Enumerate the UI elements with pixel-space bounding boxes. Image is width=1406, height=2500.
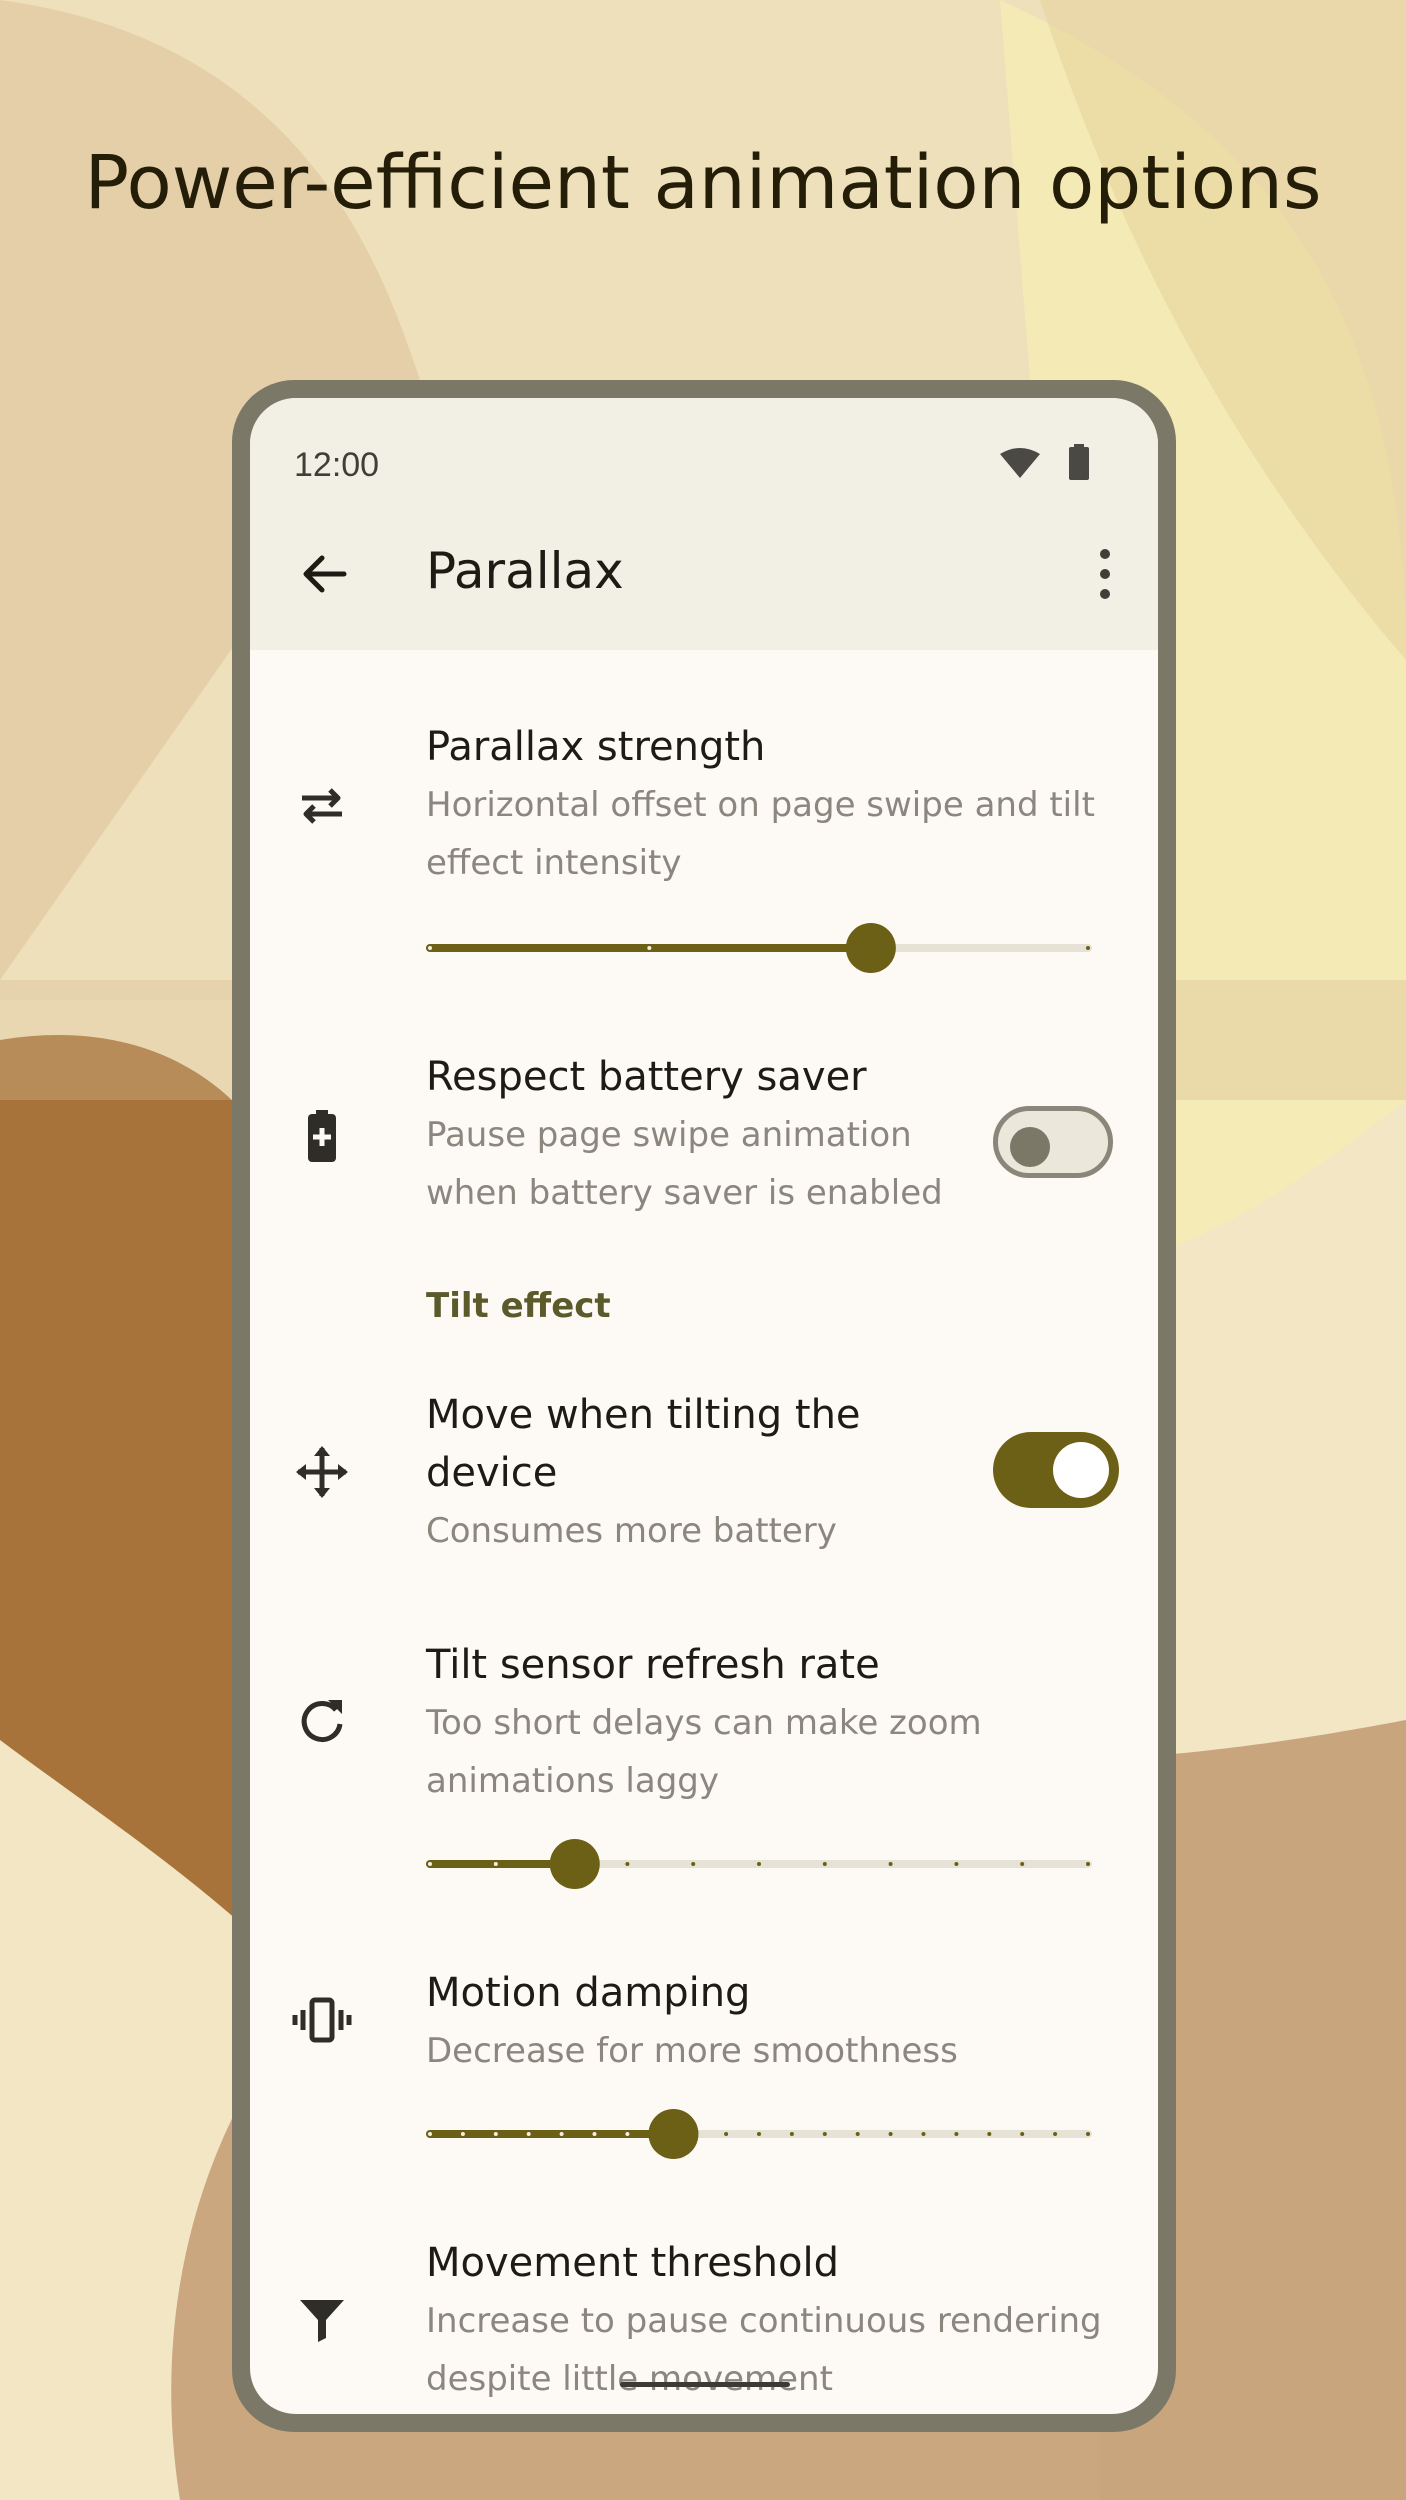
slider-tick xyxy=(428,946,432,950)
slider-thumb[interactable] xyxy=(549,1839,600,1889)
more-vert-icon[interactable] xyxy=(1090,546,1120,602)
phone-screen: 12:00 Parallax Parallax strength Horizon… xyxy=(250,398,1158,2414)
motion-damping-slider[interactable] xyxy=(426,2104,1092,2164)
move-arrows-icon xyxy=(296,1446,348,1498)
section-header-tilt-effect: Tilt effect xyxy=(426,1286,611,1326)
slider-tick xyxy=(625,1862,630,1866)
slider-tick xyxy=(1020,1862,1025,1866)
slider-tick xyxy=(822,1862,827,1866)
slider-tick xyxy=(1086,2132,1090,2136)
slider-tick xyxy=(888,1862,893,1866)
slider-tick xyxy=(888,2132,893,2136)
page-title: Parallax xyxy=(426,542,624,600)
wifi-icon xyxy=(1000,448,1040,478)
slider-tick xyxy=(855,2132,860,2136)
setting-description: Too short delays can make zoom animation… xyxy=(426,1703,982,1801)
setting-label: Movement threshold xyxy=(426,2240,839,2286)
slider-tick xyxy=(757,1862,761,1866)
slider-tick xyxy=(987,2132,992,2136)
arrow-back-icon[interactable] xyxy=(294,544,354,604)
parallax-strength-slider[interactable] xyxy=(426,918,1092,978)
slider-tick xyxy=(625,2132,630,2136)
setting-label: Parallax strength xyxy=(426,724,766,770)
slider-tick xyxy=(822,2132,827,2136)
slider-thumb[interactable] xyxy=(845,923,896,973)
slider-tick xyxy=(789,2132,794,2136)
slider-tick xyxy=(1086,946,1090,950)
slider-tick xyxy=(493,2132,498,2136)
slider-tick xyxy=(592,2132,597,2136)
switch-knob xyxy=(1010,1127,1050,1167)
top-app-bar: 12:00 Parallax xyxy=(250,398,1158,650)
slider-thumb[interactable] xyxy=(648,2109,699,2159)
slider-tick xyxy=(647,946,652,950)
setting-label: Respect battery saver xyxy=(426,1054,867,1100)
slider-tick xyxy=(724,2132,729,2136)
swap-horiz-icon xyxy=(302,788,342,824)
setting-description: Decrease for more smoothness xyxy=(426,2031,958,2071)
slider-tick xyxy=(954,1862,959,1866)
switch-knob xyxy=(1053,1442,1109,1498)
setting-description: Increase to pause continuous rendering d… xyxy=(426,2301,1102,2399)
slider-tick xyxy=(1020,2132,1025,2136)
setting-description: Consumes more battery xyxy=(426,1511,837,1551)
slider-tick xyxy=(526,2132,531,2136)
slider-tick xyxy=(1086,1862,1090,1866)
slider-tick xyxy=(954,2132,959,2136)
setting-description: Horizontal offset on page swipe and tilt… xyxy=(426,785,1095,883)
tilt-effect-switch[interactable] xyxy=(993,1432,1119,1508)
slider-tick xyxy=(1053,2132,1058,2136)
slider-tick xyxy=(428,1862,432,1866)
slider-tick xyxy=(493,1862,498,1866)
slider-tick xyxy=(921,2132,926,2136)
battery-icon xyxy=(1069,444,1089,480)
slider-tick xyxy=(428,2132,432,2136)
vibration-icon xyxy=(292,1997,352,2043)
headline: Power-efficient animation options xyxy=(84,140,1322,226)
status-time: 12:00 xyxy=(294,446,380,484)
slider-tick xyxy=(757,2132,761,2136)
battery-saver-switch[interactable] xyxy=(993,1106,1113,1178)
filter-icon xyxy=(300,2300,344,2342)
slider-tick xyxy=(559,2132,564,2136)
gesture-handle[interactable] xyxy=(620,2382,790,2387)
slider-tick xyxy=(460,2132,465,2136)
refresh-icon xyxy=(301,1700,343,1742)
setting-description: Pause page swipe animation when battery … xyxy=(426,1115,943,1213)
slider-tick xyxy=(691,1862,696,1866)
battery-plus-icon xyxy=(308,1110,336,1162)
setting-label: Move when tilting the device xyxy=(426,1392,861,1496)
setting-label: Tilt sensor refresh rate xyxy=(426,1642,880,1688)
setting-label: Motion damping xyxy=(426,1970,751,2016)
refresh-rate-slider[interactable] xyxy=(426,1834,1092,1894)
phone-frame: 12:00 Parallax Parallax strength Horizon… xyxy=(232,380,1176,2432)
